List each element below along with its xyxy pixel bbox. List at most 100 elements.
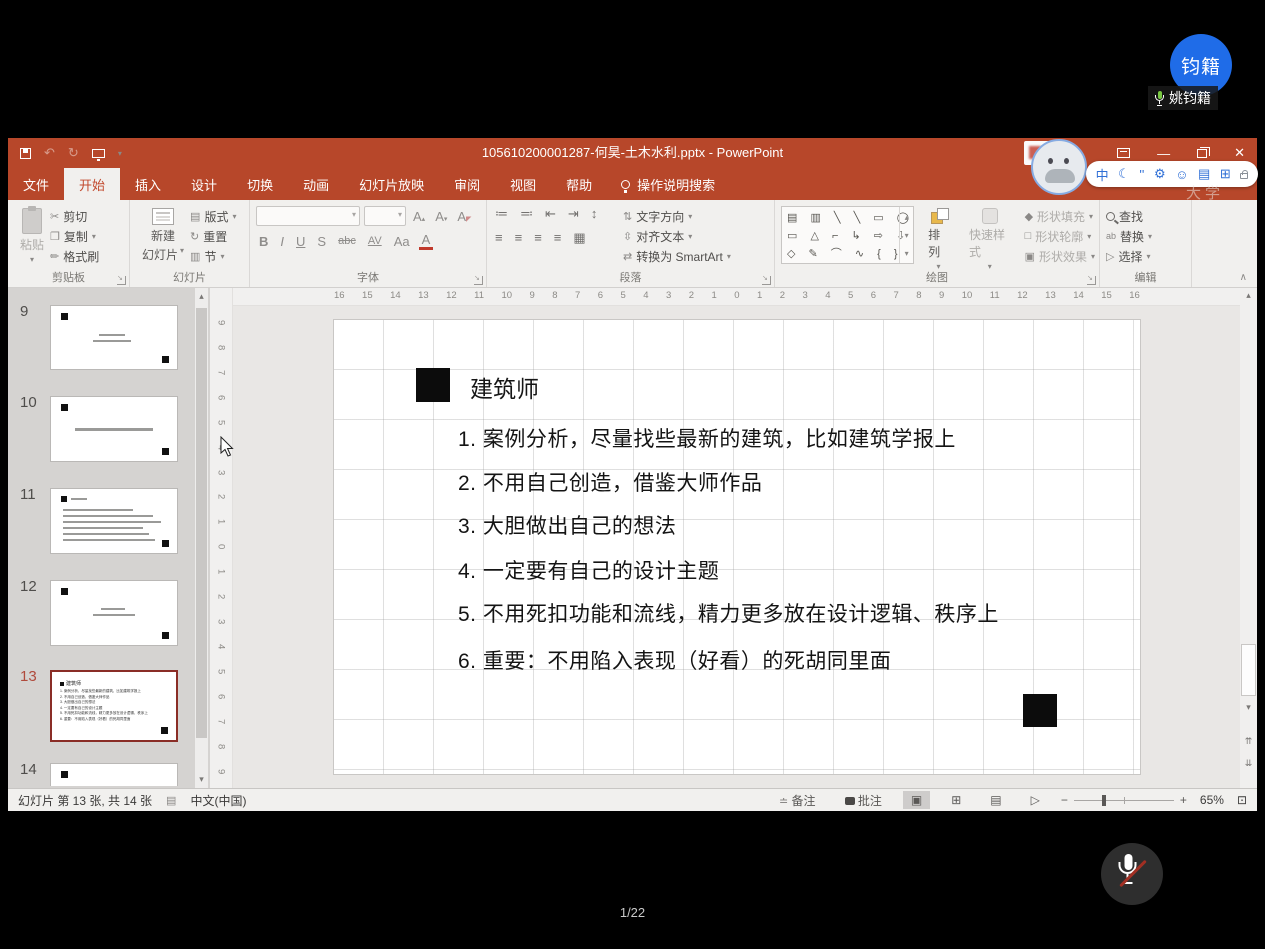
- tab-slideshow[interactable]: 幻灯片放映: [344, 168, 439, 200]
- slide-bullet-5[interactable]: 5. 不用死扣功能和流线，精力更多放在设计逻辑、秩序上: [458, 598, 999, 628]
- justify-button[interactable]: ≡: [552, 230, 564, 246]
- format-painter-button[interactable]: ✏格式刷: [50, 246, 99, 266]
- next-slide-icon[interactable]: ⇊: [1240, 758, 1257, 769]
- skin-icon[interactable]: ▤: [1198, 166, 1210, 182]
- align-text-button[interactable]: ⇳对齐文本▾: [623, 226, 731, 246]
- section-button[interactable]: ▥节▾: [190, 246, 236, 266]
- clear-format-button[interactable]: A◤: [454, 209, 474, 224]
- tab-design[interactable]: 设计: [176, 168, 232, 200]
- slide-bullet-4[interactable]: 4. 一定要有自己的设计主题: [458, 555, 719, 585]
- copy-button[interactable]: ❐复制▾: [50, 226, 99, 246]
- zoom-slider-thumb[interactable]: [1102, 795, 1106, 806]
- scroll-up-icon[interactable]: ▴: [195, 291, 208, 302]
- normal-view-button[interactable]: ▣: [903, 791, 930, 809]
- slide-bullet-3[interactable]: 3. 大胆做出自己的想法: [458, 510, 676, 540]
- tab-file[interactable]: 文件: [8, 168, 64, 200]
- zoom-slider[interactable]: [1074, 800, 1174, 801]
- underline-button[interactable]: U: [293, 234, 308, 249]
- clipboard-dialog-launcher-icon[interactable]: ↘: [117, 276, 126, 285]
- align-left-button[interactable]: ≡: [493, 230, 505, 246]
- italic-button[interactable]: I: [277, 234, 287, 249]
- tab-insert[interactable]: 插入: [120, 168, 176, 200]
- columns-button[interactable]: ▦: [571, 230, 587, 246]
- increase-indent-button[interactable]: ⇥: [566, 206, 581, 222]
- text-direction-button[interactable]: ⇅文字方向▾: [623, 206, 731, 226]
- slide-title[interactable]: 建筑师: [470, 370, 539, 404]
- reset-button[interactable]: ↻重置: [190, 226, 236, 246]
- tab-review[interactable]: 审阅: [439, 168, 495, 200]
- slide-thumbnail-11[interactable]: [50, 488, 178, 554]
- thumbnail-scrollbar-thumb[interactable]: [196, 308, 207, 738]
- char-spacing-button[interactable]: AV: [365, 235, 385, 247]
- bold-button[interactable]: B: [256, 234, 271, 249]
- slide-thumbnail-14[interactable]: [50, 763, 178, 786]
- slide-corner-square[interactable]: [1023, 694, 1057, 727]
- tab-home[interactable]: 开始: [64, 168, 120, 200]
- smartart-button[interactable]: ⇄转换为 SmartArt▾: [623, 246, 731, 266]
- comments-toggle[interactable]: 批注: [837, 790, 890, 811]
- scroll-up-icon[interactable]: ▴: [1240, 290, 1257, 301]
- editor-scrollbar[interactable]: ▴ ▾ ⇈ ⇊: [1240, 288, 1257, 788]
- restore-button[interactable]: [1197, 149, 1207, 158]
- fit-to-window-icon[interactable]: ⊡: [1237, 793, 1247, 807]
- language-indicator[interactable]: 中文(中国): [190, 792, 246, 809]
- change-case-button[interactable]: Aa: [391, 234, 413, 249]
- thumbnail-scrollbar[interactable]: ▴ ▾: [195, 288, 208, 788]
- slideshow-view-button[interactable]: ▷: [1023, 791, 1048, 809]
- tab-transitions[interactable]: 切换: [232, 168, 288, 200]
- slide-sorter-view-button[interactable]: ⊞: [943, 791, 969, 809]
- slide-title-square[interactable]: [416, 368, 450, 402]
- emoji-icon[interactable]: ☺: [1175, 167, 1188, 182]
- scroll-down-icon[interactable]: ▾: [1240, 702, 1257, 713]
- slide-thumbnail-9[interactable]: [50, 305, 178, 370]
- zoom-percentage[interactable]: 65%: [1200, 793, 1224, 807]
- font-dialog-launcher-icon[interactable]: ↘: [474, 276, 483, 285]
- numbering-button[interactable]: ≕: [518, 206, 535, 222]
- align-right-button[interactable]: ≡: [532, 230, 544, 246]
- tab-view[interactable]: 视图: [495, 168, 551, 200]
- mute-button[interactable]: [1101, 843, 1163, 905]
- arrange-button[interactable]: 排列 ▾: [922, 206, 955, 273]
- grow-font-button[interactable]: A▴: [410, 209, 428, 224]
- minimize-button[interactable]: —: [1157, 146, 1170, 161]
- shape-fill-button[interactable]: ◆形状填充▾: [1025, 206, 1095, 226]
- collapse-ribbon-icon[interactable]: ∧: [1240, 272, 1247, 283]
- notes-toggle[interactable]: ≐ 备注: [771, 790, 824, 811]
- tell-me-search[interactable]: 操作说明搜索: [607, 168, 729, 200]
- cut-button[interactable]: ✂剪切: [50, 206, 99, 226]
- ribbon-display-options-icon[interactable]: [1117, 148, 1130, 158]
- reading-view-button[interactable]: ▤: [982, 791, 1009, 809]
- slide-bullet-1[interactable]: 1. 案例分析，尽量找些最新的建筑，比如建筑学报上: [458, 423, 956, 453]
- editor-scrollbar-thumb[interactable]: [1241, 644, 1256, 696]
- previous-slide-icon[interactable]: ⇈: [1240, 736, 1257, 747]
- shrink-font-button[interactable]: A▾: [432, 209, 450, 224]
- font-name-select[interactable]: [256, 206, 360, 226]
- tools-icon[interactable]: ⚙: [1154, 166, 1166, 182]
- shadow-button[interactable]: S: [314, 234, 329, 249]
- night-mode-icon[interactable]: ☾: [1118, 166, 1130, 182]
- align-center-button[interactable]: ≡: [513, 230, 525, 246]
- tab-help[interactable]: 帮助: [551, 168, 607, 200]
- paragraph-dialog-launcher-icon[interactable]: ↘: [762, 276, 771, 285]
- bullets-button[interactable]: ≔: [493, 206, 510, 222]
- line-spacing-button[interactable]: ↕: [589, 206, 600, 222]
- zoom-in-button[interactable]: +: [1180, 793, 1187, 807]
- layout-button[interactable]: ▤版式▾: [190, 206, 236, 226]
- slide-bullet-6[interactable]: 6. 重要：不用陷入表现（好看）的死胡同里面: [458, 645, 891, 675]
- find-button[interactable]: 查找: [1106, 206, 1187, 226]
- font-size-select[interactable]: [364, 206, 406, 226]
- shape-outline-button[interactable]: □形状轮廓▾: [1025, 226, 1095, 246]
- slide-bullet-2[interactable]: 2. 不用自己创造，借鉴大师作品: [458, 467, 762, 497]
- slide-thumbnail-13-selected[interactable]: 建筑师 1. 案例分析，尽量找些最新的建筑，比如建筑学报上 2. 不用自己创造，…: [50, 670, 178, 742]
- slide-thumbnail-10[interactable]: [50, 396, 178, 462]
- drawing-dialog-launcher-icon[interactable]: ↘: [1087, 276, 1096, 285]
- lock-icon[interactable]: [1240, 173, 1248, 179]
- new-slide-button[interactable]: 新建 幻灯片▾: [136, 206, 190, 266]
- ime-mode-icon[interactable]: 中: [1096, 165, 1109, 184]
- font-color-button[interactable]: A: [419, 232, 434, 250]
- slide-canvas[interactable]: 建筑师 1. 案例分析，尽量找些最新的建筑，比如建筑学报上 2. 不用自己创造，…: [334, 320, 1140, 774]
- shapes-gallery-scrollbar[interactable]: ▴▾▾: [899, 207, 913, 263]
- quotes-icon[interactable]: '': [1139, 167, 1144, 182]
- scroll-down-icon[interactable]: ▾: [195, 774, 208, 785]
- decrease-indent-button[interactable]: ⇤: [543, 206, 558, 222]
